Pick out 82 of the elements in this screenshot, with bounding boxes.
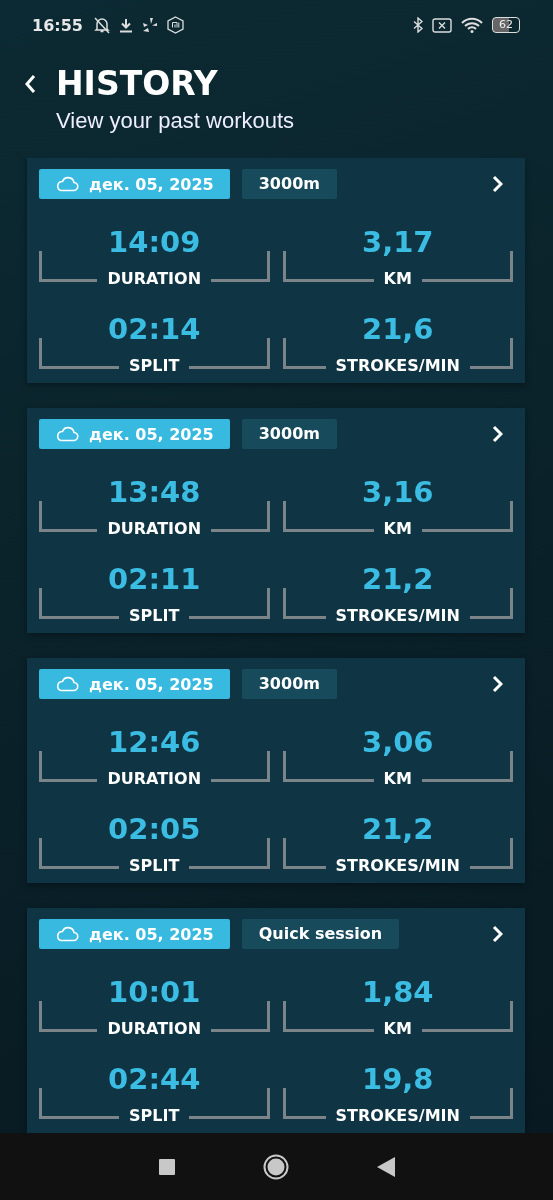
download-icon (118, 17, 133, 33)
page-subtitle: View your past workouts (56, 107, 296, 135)
workout-type: Quick session (241, 919, 400, 949)
metric-label: STROKES/MIN (334, 607, 461, 625)
cloud-icon (55, 676, 79, 692)
muted-bell-icon (93, 16, 110, 34)
metric-label: KM (382, 770, 413, 788)
bluetooth-icon (413, 17, 423, 33)
bracket-line (39, 1001, 98, 1032)
metric-value: 3,06 (360, 725, 435, 759)
workout-date: дек. 05, 2025 (89, 174, 214, 194)
pinwheel-icon (141, 17, 158, 33)
metric-label: STROKES/MIN (334, 1107, 461, 1125)
bracket-line (211, 751, 270, 782)
bracket-line (469, 838, 513, 869)
bracket-line (211, 251, 270, 282)
bracket-line (469, 338, 513, 369)
metric-label: SPLIT (128, 607, 181, 625)
back-icon[interactable] (376, 1156, 395, 1177)
metric-label: DURATION (106, 770, 203, 788)
cloud-icon (55, 926, 79, 942)
bracket-line (39, 501, 98, 532)
chevron-right-icon (492, 675, 503, 693)
workout-date: дек. 05, 2025 (89, 924, 214, 944)
metric-value: 3,17 (360, 225, 435, 259)
home-icon[interactable] (262, 1153, 289, 1180)
metric-value: 1,84 (360, 975, 435, 1009)
metric-value: 21,2 (360, 812, 435, 846)
cloud-icon (55, 176, 79, 192)
wifi-icon (461, 17, 483, 33)
workout-date: дек. 05, 2025 (89, 674, 214, 694)
metric-label: KM (382, 1020, 413, 1038)
bracket-line (39, 251, 98, 282)
clock-time: 16:55 (32, 15, 83, 35)
bracket-line (469, 1088, 513, 1119)
metric-value: 02:14 (107, 312, 202, 346)
metric-value: 21,2 (360, 562, 435, 596)
chevron-right-icon (492, 925, 503, 943)
bracket-line (282, 838, 326, 869)
metric-label: STROKES/MIN (334, 857, 461, 875)
metric-label: DURATION (106, 270, 203, 288)
chevron-right-icon (492, 425, 503, 443)
metric-label: SPLIT (128, 857, 181, 875)
hexagon-badge-icon (166, 16, 184, 34)
workout-type: 3000m (241, 169, 337, 199)
metric-value: 14:09 (107, 225, 202, 259)
bracket-line (39, 751, 98, 782)
metric-value: 21,6 (360, 312, 435, 346)
metric-label: KM (382, 270, 413, 288)
metric-value: 13:48 (107, 475, 202, 509)
metric-value: 02:11 (107, 562, 202, 596)
metric-value: 10:01 (107, 975, 202, 1009)
bracket-line (282, 338, 326, 369)
workout-card[interactable]: дек. 05, 2025 3000m 14:09 DURATION 3,17 KM 02:14 SPLIT 21,6 STROKES/MIN (27, 158, 525, 383)
workout-card[interactable]: дек. 05, 2025 3000m 13:48 DURATION 3,16 KM 02:11 SPLIT 21,2 STROKES/MIN (27, 408, 525, 633)
metric-label: KM (382, 520, 413, 538)
recent-apps-icon[interactable] (158, 1158, 175, 1175)
bracket-line (469, 588, 513, 619)
workout-card[interactable]: дек. 05, 2025 Quick session 10:01 DURATION 1,84 KM 02:44 SPLIT 19,8 STROKES/MIN (27, 908, 525, 1133)
workout-type: 3000m (241, 419, 337, 449)
metric-value: 12:46 (107, 725, 202, 759)
workout-date: дек. 05, 2025 (89, 424, 214, 444)
bracket-line (211, 1001, 270, 1032)
cloud-icon (55, 426, 79, 442)
metric-label: SPLIT (128, 357, 181, 375)
metric-value: 3,16 (360, 475, 435, 509)
metric-value: 19,8 (360, 1062, 435, 1096)
page-title: HISTORY (56, 63, 218, 105)
metric-value: 02:05 (107, 812, 202, 846)
metric-label: DURATION (106, 1020, 203, 1038)
no-sim-icon (432, 17, 452, 33)
metric-value: 02:44 (107, 1062, 202, 1096)
metric-label: STROKES/MIN (334, 357, 461, 375)
bracket-line (211, 501, 270, 532)
bracket-line (282, 1088, 326, 1119)
back-icon[interactable] (24, 74, 36, 94)
metric-label: SPLIT (128, 1107, 181, 1125)
metric-label: DURATION (106, 520, 203, 538)
workout-card[interactable]: дек. 05, 2025 3000m 12:46 DURATION 3,06 KM 02:05 SPLIT 21,2 STROKES/MIN (27, 658, 525, 883)
chevron-right-icon (492, 175, 503, 193)
bracket-line (282, 588, 326, 619)
workout-type: 3000m (241, 669, 337, 699)
